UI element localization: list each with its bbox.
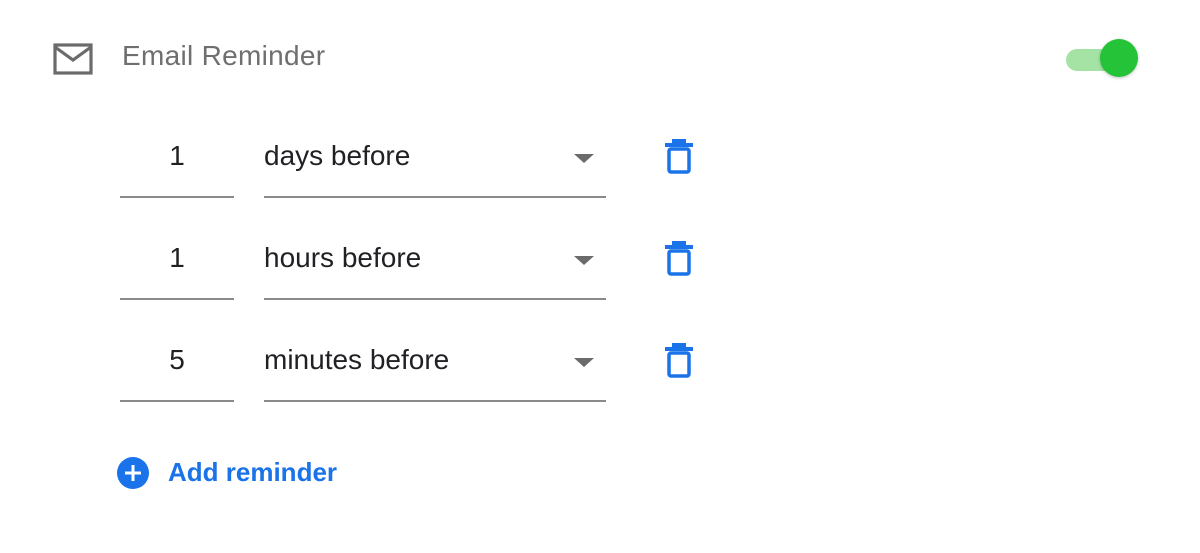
reminder-unit-value: minutes before [264,344,450,375]
trash-icon[interactable] [664,342,694,378]
reminder-unit-value: days before [264,140,411,171]
chevron-down-icon [574,154,594,163]
reminder-unit-select[interactable]: hours before [264,222,606,300]
reminder-unit-select[interactable]: minutes before [264,324,606,402]
email-reminder-title: Email Reminder [122,40,326,71]
reminder-amount-input[interactable]: 1 [120,222,234,300]
trash-icon[interactable] [664,138,694,174]
mail-icon [53,43,93,75]
reminder-row: 1 days before [120,120,720,222]
reminder-row: 5 minutes before [120,324,720,426]
reminder-unit-value: hours before [264,242,422,273]
plus-circle-icon [117,457,149,489]
trash-icon[interactable] [664,240,694,276]
reminder-list: 1 days before 1 hours before 5 minutes b… [120,120,720,426]
reminder-row: 1 hours before [120,222,720,324]
reminder-unit-select[interactable]: days before [264,120,606,198]
email-reminder-panel: Email Reminder 1 days before 1 hours bef… [0,0,1200,553]
email-reminder-toggle[interactable] [1066,38,1142,80]
reminder-amount-input[interactable]: 1 [120,120,234,198]
toggle-thumb [1100,39,1138,77]
chevron-down-icon [574,358,594,367]
chevron-down-icon [574,256,594,265]
email-reminder-header: Email Reminder [52,28,1142,88]
reminder-amount-input[interactable]: 5 [120,324,234,402]
add-reminder-label: Add reminder [168,457,338,487]
